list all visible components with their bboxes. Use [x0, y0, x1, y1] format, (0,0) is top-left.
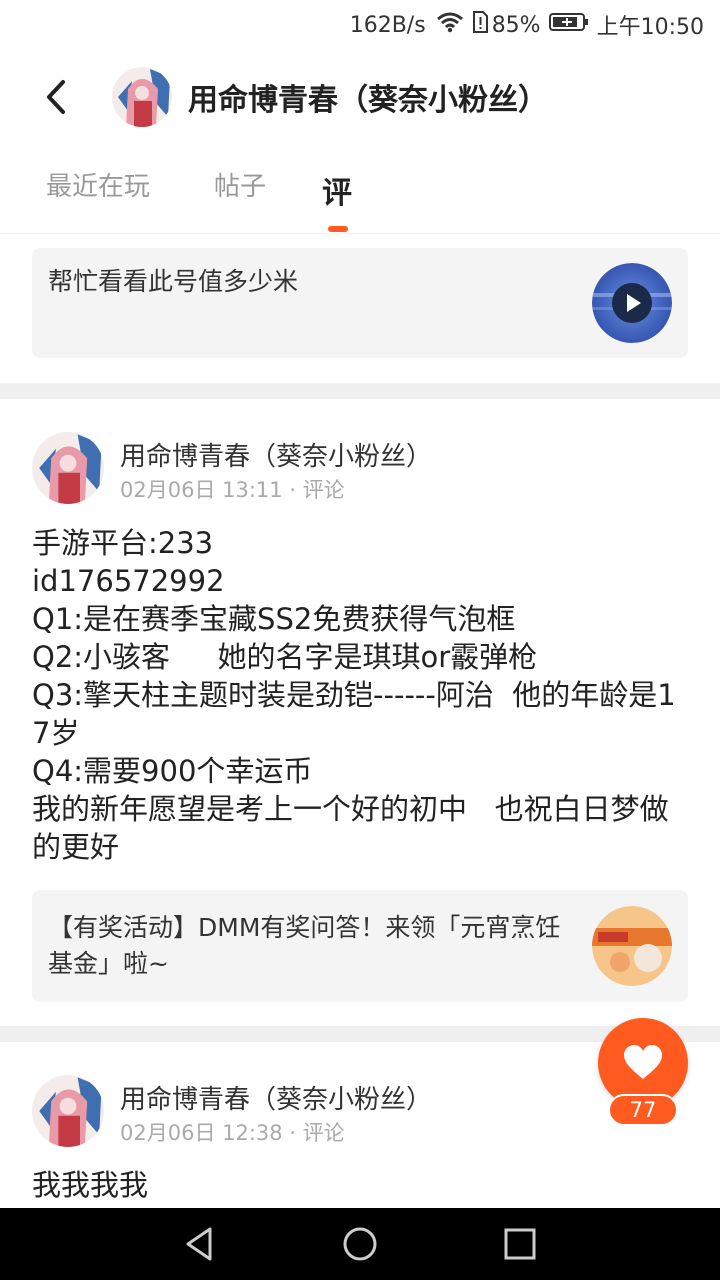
meta-separator: ·: [289, 478, 303, 502]
post-body: 手游平台:233 id176572992 Q1:是在赛季宝藏SS2免费获得气泡框…: [32, 526, 676, 864]
battery-charging-icon: [548, 12, 589, 38]
quoted-activity-card[interactable]: 【有奖活动】DMM有奖问答！来领「元宵烹饪基金」啦~: [32, 890, 688, 1002]
chevron-left-icon: [47, 80, 65, 114]
avatar[interactable]: [112, 67, 172, 127]
avatar[interactable]: [32, 1075, 104, 1147]
video-thumbnail[interactable]: [592, 263, 672, 343]
quoted-video-text: 帮忙看看此号值多少米: [48, 267, 299, 296]
battery-percent: 85%: [491, 12, 541, 38]
post-type: 评论: [302, 478, 345, 502]
sim-alert-icon: [472, 11, 488, 39]
wifi-icon: [436, 11, 464, 39]
nav-home-button[interactable]: [342, 1226, 378, 1262]
meta-separator: ·: [289, 1121, 303, 1145]
post-author[interactable]: 用命博青春（葵奈小粉丝）: [120, 1079, 432, 1116]
tab-recently-played[interactable]: 最近在玩: [46, 166, 150, 203]
net-speed: 162B/s: [349, 12, 426, 38]
profile-header: 用命博青春（葵奈小粉丝）: [0, 50, 720, 144]
system-nav-bar: [0, 1208, 720, 1280]
tab-reviews[interactable]: 评: [322, 168, 352, 212]
post-author[interactable]: 用命博青春（葵奈小粉丝）: [120, 436, 432, 473]
post-date: 02月06日 12:38: [120, 1121, 283, 1145]
avatar[interactable]: [32, 432, 104, 504]
circle-home-icon: [343, 1227, 377, 1261]
post-date: 02月06日 13:11: [120, 478, 283, 502]
activity-thumbnail: [592, 906, 672, 986]
page-title: 用命博青春（葵奈小粉丝）: [188, 83, 548, 118]
status-bar: 162B/s 85% 上午10:50: [0, 0, 720, 50]
quoted-video-card[interactable]: 帮忙看看此号值多少米: [32, 248, 688, 358]
section-divider: [0, 383, 720, 399]
clock: 上午10:50: [596, 15, 704, 40]
post-meta: 02月06日 13:11 · 评论: [120, 474, 345, 504]
square-recents-icon: [504, 1228, 536, 1260]
like-count: 77: [608, 1094, 678, 1126]
heart-icon: [624, 1045, 662, 1079]
post-meta: 02月06日 12:38 · 评论: [120, 1117, 345, 1147]
profile-tabs: 最近在玩 帖子 评: [0, 144, 720, 234]
nav-back-button[interactable]: [182, 1226, 218, 1262]
back-button[interactable]: [26, 67, 86, 127]
post-type: 评论: [302, 1121, 345, 1145]
tab-posts[interactable]: 帖子: [214, 166, 266, 203]
post-body: 我我我我: [32, 1168, 149, 1202]
nav-recents-button[interactable]: [502, 1226, 538, 1262]
quoted-activity-text: 【有奖活动】DMM有奖问答！来领「元宵烹饪基金」啦~: [48, 913, 561, 978]
tab-indicator: [328, 226, 348, 232]
triangle-back-icon: [186, 1227, 212, 1261]
